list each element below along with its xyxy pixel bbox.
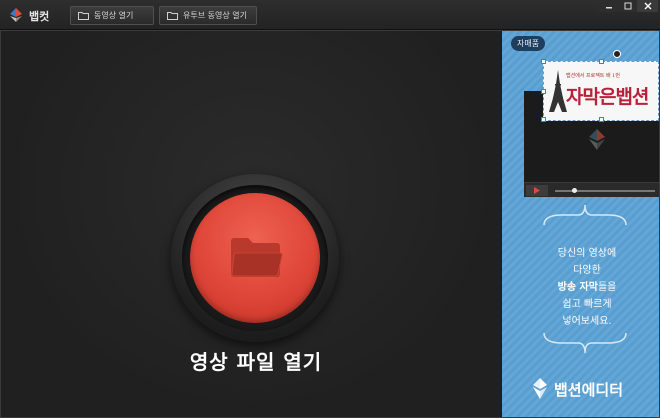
minimize-icon — [605, 7, 612, 9]
ad-highlight: 방송 자막 — [557, 282, 598, 293]
ad-line: 넣어보세요. — [562, 316, 612, 327]
open-file-disc[interactable] — [190, 193, 320, 323]
rotate-icon — [613, 50, 621, 58]
close-icon — [644, 2, 651, 10]
open-file-label[interactable]: 영상 파일 열기 — [151, 346, 361, 375]
play-button — [526, 185, 548, 196]
app-logo-icon — [589, 129, 605, 150]
ad-copy: 당신의 영상에 다양한 방송 자막들을 쉽고 빠르게 넣어보세요. — [532, 245, 642, 330]
open-video-label: 동영상 열기 — [94, 11, 134, 20]
subtitle-sample: 뱁션에서 프로젝트 배 1번 자막은뱁션 — [541, 59, 659, 122]
resize-handle — [599, 117, 604, 122]
ad-line: 당신의 영상에 — [557, 248, 617, 259]
eiffel-tower-icon — [549, 70, 567, 112]
play-icon — [534, 187, 540, 194]
maximize-icon — [624, 2, 631, 10]
resize-handle — [541, 117, 546, 122]
brand-logo[interactable]: 뱁션에디터 — [532, 376, 650, 402]
seek-knob — [572, 188, 577, 193]
subtitle-big-text: 자막은뱁션 — [566, 86, 649, 108]
brace-bottom-decoration — [543, 332, 627, 354]
resize-handle — [599, 59, 604, 64]
sister-product-badge: 자매품 — [511, 36, 546, 51]
ad-line: 방송 자막들을 — [532, 279, 642, 296]
folder-icon — [167, 12, 178, 20]
subtitle-small-text: 뱁션에서 프로젝트 배 1번 — [566, 73, 620, 79]
title-bar: 뱁컷 동영상 열기 유투브 동영상 열기 — [0, 0, 660, 30]
minimize-button[interactable] — [599, 0, 618, 12]
preview-controls — [524, 182, 659, 197]
bab-logo-icon — [533, 378, 547, 399]
ad-panel[interactable]: 자매품 뱁션에서 프로젝트 배 1번 자막은뱁션 당신의 영상에 다양한 방송 … — [502, 31, 659, 417]
resize-handle — [541, 89, 546, 94]
brace-top-decoration — [543, 204, 627, 226]
maximize-button[interactable] — [618, 0, 637, 12]
open-video-button[interactable]: 동영상 열기 — [70, 6, 154, 25]
folder-open-icon — [231, 238, 283, 277]
resize-handle — [541, 59, 546, 64]
brand-name: 뱁션에디터 — [554, 380, 624, 399]
app-title: 뱁컷 — [29, 10, 50, 23]
open-file-button[interactable] — [171, 174, 339, 342]
open-youtube-label: 유투브 동영상 열기 — [183, 11, 247, 20]
ad-line-rest: 들을 — [597, 282, 617, 293]
button-ring — [182, 185, 328, 331]
close-button[interactable] — [637, 0, 658, 12]
ad-line: 쉽고 빠르게 — [562, 299, 612, 310]
open-youtube-button[interactable]: 유투브 동영상 열기 — [159, 6, 257, 25]
folder-icon — [78, 12, 89, 20]
seek-bar — [555, 188, 655, 193]
ad-line: 다양한 — [573, 265, 601, 276]
open-file-area[interactable]: 영상 파일 열기 — [1, 31, 501, 417]
app-logo-icon — [10, 8, 22, 22]
